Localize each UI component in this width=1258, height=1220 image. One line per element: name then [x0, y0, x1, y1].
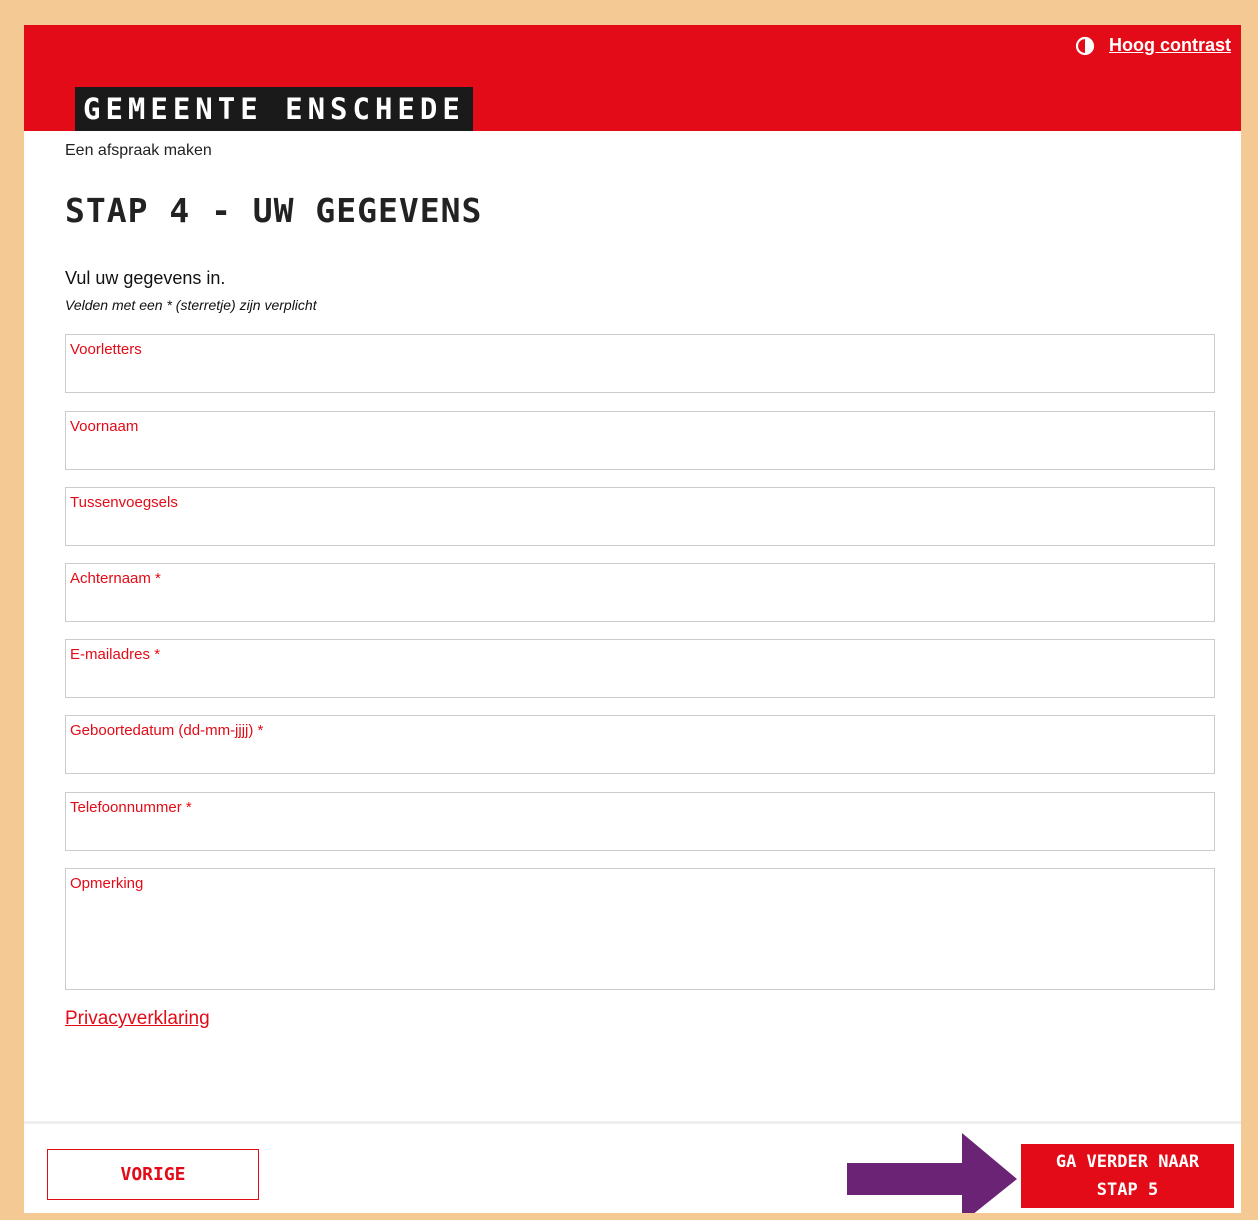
form-intro: Vul uw gegevens in.	[65, 268, 226, 288]
birthdate-field[interactable]: Geboortedatum (dd-mm-jjjj) *	[65, 715, 1215, 774]
field-label: Voornaam	[70, 418, 139, 435]
high-contrast-link[interactable]: Hoog contrast	[1109, 35, 1231, 56]
required-fields-note: Velden met een * (sterretje) zijn verpli…	[65, 297, 317, 313]
field-label: Geboortedatum (dd-mm-jjjj) *	[70, 722, 264, 739]
infix-field[interactable]: Tussenvoegsels	[65, 487, 1215, 546]
right-arrow-icon	[847, 1133, 1017, 1213]
page-frame: Hoog contrast GEMEENTE ENSCHEDE Een afsp…	[24, 25, 1241, 1213]
first-name-field[interactable]: Voornaam	[65, 411, 1215, 470]
footer-divider	[24, 1121, 1241, 1124]
field-label: Voorletters	[70, 341, 142, 358]
contrast-icon	[1075, 36, 1095, 55]
remark-textarea[interactable]: Opmerking	[65, 868, 1215, 990]
page-title: STAP 4 - UW GEGEVENS	[65, 191, 483, 230]
field-label: Telefoonnummer *	[70, 799, 192, 816]
last-name-field[interactable]: Achternaam *	[65, 563, 1215, 622]
breadcrumb: Een afspraak maken	[65, 142, 212, 159]
next-step-button[interactable]: GA VERDER NAAR STAP 5	[1021, 1144, 1234, 1208]
phone-field[interactable]: Telefoonnummer *	[65, 792, 1215, 851]
field-label: Tussenvoegsels	[70, 494, 178, 511]
email-field[interactable]: E-mailadres *	[65, 639, 1215, 698]
header-bar: Hoog contrast GEMEENTE ENSCHEDE	[24, 25, 1241, 131]
privacy-link[interactable]: Privacyverklaring	[65, 1008, 210, 1030]
field-label: E-mailadres *	[70, 646, 161, 663]
logo[interactable]: GEMEENTE ENSCHEDE	[75, 87, 473, 131]
field-label: Opmerking	[70, 875, 144, 892]
previous-button[interactable]: VORIGE	[47, 1149, 259, 1200]
high-contrast-toggle[interactable]: Hoog contrast	[1075, 35, 1231, 56]
initials-field[interactable]: Voorletters	[65, 334, 1215, 393]
field-label: Achternaam *	[70, 570, 161, 587]
